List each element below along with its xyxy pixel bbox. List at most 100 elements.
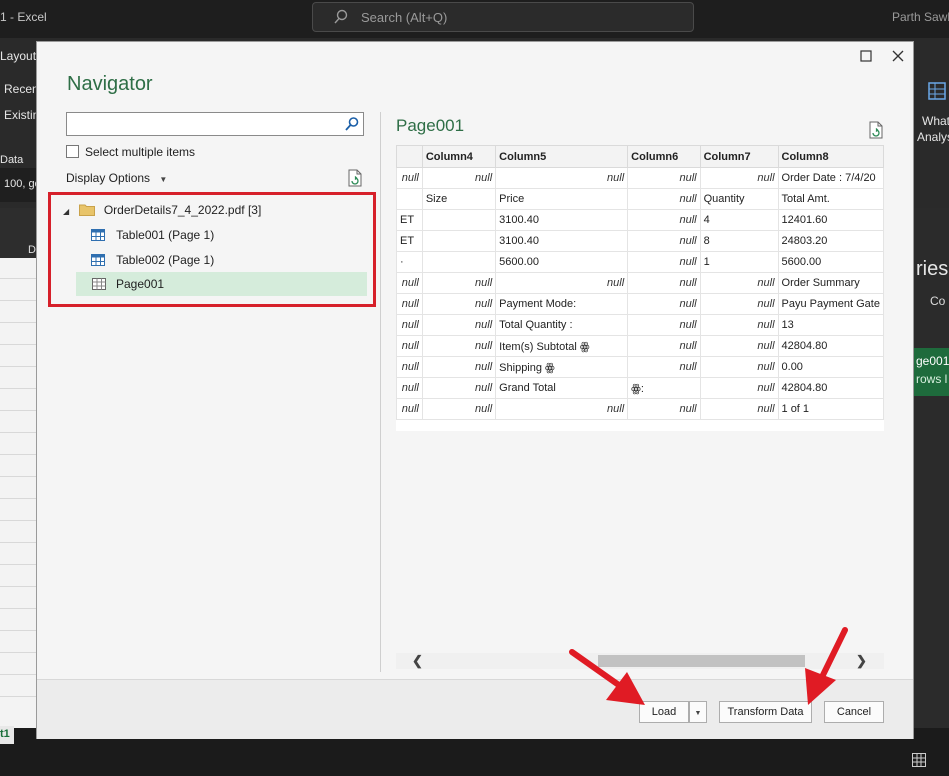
table-cell: null — [627, 314, 701, 336]
table-cell: Order Summary — [777, 272, 884, 294]
column-header[interactable]: Column8 — [777, 145, 884, 168]
table-cell: · — [396, 251, 423, 273]
caret-down-icon: ▼ — [694, 710, 702, 717]
table-cell: 3100.40 — [495, 209, 629, 231]
preview-table: Column4 Column5 Column6 Column7 Column8 null… — [396, 145, 884, 431]
excel-window-title: 1 - Excel — [0, 10, 47, 24]
table-cell: ET — [396, 209, 423, 231]
refresh-preview-icon[interactable] — [868, 121, 884, 142]
scrollbar-thumb[interactable] — [598, 655, 805, 667]
load-dropdown-button[interactable]: ▼ — [689, 701, 707, 723]
table-cell: Payu Payment Gate — [777, 293, 884, 315]
table-cell: null — [627, 335, 701, 357]
dialog-footer: Load ▼ Transform Data Cancel — [37, 679, 913, 739]
table-cell: null — [495, 398, 629, 420]
table-cell — [421, 230, 497, 252]
select-multiple-label: Select multiple items — [85, 145, 196, 159]
table-cell — [421, 251, 497, 273]
navigator-search-input[interactable] — [66, 112, 364, 136]
table-cell: null — [396, 356, 423, 378]
table-cell: null — [495, 167, 629, 189]
table-cell: Size — [421, 188, 497, 210]
collapse-triangle-icon[interactable]: ◢ — [63, 207, 69, 216]
tree-item-label: Page001 — [116, 277, 165, 291]
query-item-page001[interactable]: ge001 rows l — [914, 348, 949, 396]
ribbon-analysis[interactable]: Analys — [917, 130, 949, 144]
table-cell: Quantity — [699, 188, 779, 210]
table-cell: 24803.20 — [777, 230, 884, 252]
table-row: ET 3100.40 null 8 24803.20 — [396, 230, 884, 252]
table-cell: null — [495, 272, 629, 294]
table-cell: Total Quantity : — [495, 314, 629, 336]
load-button[interactable]: Load — [639, 701, 689, 723]
cancel-button[interactable]: Cancel — [824, 701, 884, 723]
table-cell: 12401.60 — [777, 209, 884, 231]
table-cell: null — [699, 314, 779, 336]
select-multiple-checkbox[interactable]: Select multiple items — [66, 145, 195, 159]
normal-view-icon[interactable] — [912, 753, 926, 770]
folder-icon — [78, 203, 95, 219]
refresh-icon[interactable] — [347, 169, 363, 190]
what-if-icon[interactable] — [928, 82, 946, 103]
table-cell: null — [396, 272, 423, 294]
scroll-right-icon[interactable]: ❯ — [856, 653, 867, 669]
table-cell: Grand Total — [495, 377, 629, 399]
table-cell: null — [699, 335, 779, 357]
tree-item-page001[interactable]: Page001 — [76, 272, 367, 296]
table-cell: 13 — [777, 314, 884, 336]
sheet-tab[interactable]: t1 — [0, 726, 14, 744]
table-cell: Total Amt. — [777, 188, 884, 210]
column-header[interactable]: Column7 — [699, 145, 779, 168]
transform-data-button[interactable]: Transform Data — [719, 701, 812, 723]
column-header[interactable]: Column6 — [627, 145, 701, 168]
table-cell: 5600.00 — [495, 251, 629, 273]
table-cell: 42804.80 — [777, 335, 884, 357]
excel-grid[interactable] — [0, 258, 36, 728]
table-row: null null Grand Total ꙮ: null 42804.80 — [396, 377, 884, 399]
table-row: null null Total Quantity : null null 13 — [396, 314, 884, 336]
tree-item-table001[interactable]: Table001 (Page 1) — [91, 228, 214, 244]
column-header[interactable]: Column5 — [495, 145, 629, 168]
tree-item-table002[interactable]: Table002 (Page 1) — [91, 253, 214, 269]
table-row: ET 3100.40 null 4 12401.60 — [396, 209, 884, 231]
horizontal-scrollbar[interactable]: ❮ ❯ — [396, 653, 884, 669]
table-cell: 3100.40 — [495, 230, 629, 252]
search-icon[interactable] — [344, 116, 360, 135]
table-cell: null — [699, 398, 779, 420]
table-cell: null — [627, 230, 701, 252]
ribbon-what-if[interactable]: What — [922, 114, 949, 128]
column-header[interactable] — [396, 145, 423, 168]
tree-root-pdf[interactable]: ◢ OrderDetails7_4_2022.pdf [3] — [63, 203, 261, 219]
ribbon-tab-layout[interactable]: Layout — [0, 49, 36, 63]
table-row: null null Payment Mode: null null Payu Paymen… — [396, 293, 884, 315]
formula-bar[interactable]: 100, go — [0, 168, 41, 202]
query-item-rows: rows l — [916, 372, 948, 386]
table-cell: null — [421, 398, 497, 420]
table-cell: null — [396, 314, 423, 336]
query-item-name: ge001 — [916, 354, 949, 368]
checkbox-box[interactable] — [66, 145, 79, 158]
table-cell: null — [699, 272, 779, 294]
excel-search-box[interactable]: Search (Alt+Q) — [312, 2, 694, 32]
search-icon — [333, 9, 349, 28]
scroll-left-icon[interactable]: ❮ — [412, 653, 423, 669]
table-cell: null — [699, 167, 779, 189]
queries-pane-title: ries — [916, 258, 949, 280]
queries-connections-tab[interactable]: Co — [930, 294, 945, 308]
close-icon[interactable] — [887, 46, 909, 68]
table-cell: null — [421, 377, 497, 399]
table-cell: null — [627, 272, 701, 294]
column-header[interactable]: Column4 — [421, 145, 497, 168]
pane-divider[interactable] — [380, 112, 381, 672]
display-options-dropdown[interactable]: Display Options ▼ — [66, 171, 167, 185]
table-cell: null — [627, 356, 701, 378]
maximize-icon[interactable] — [855, 46, 877, 68]
table-cell: null — [396, 167, 423, 189]
table-cell: null — [396, 293, 423, 315]
table-cell: 1 of 1 — [777, 398, 884, 420]
table-row: null null null null null Order Summary — [396, 272, 884, 294]
table-cell: null — [627, 251, 701, 273]
table-cell: Item(s) Subtotal ꙮ — [495, 335, 629, 357]
table-cell: null — [396, 335, 423, 357]
table-cell: null — [421, 314, 497, 336]
